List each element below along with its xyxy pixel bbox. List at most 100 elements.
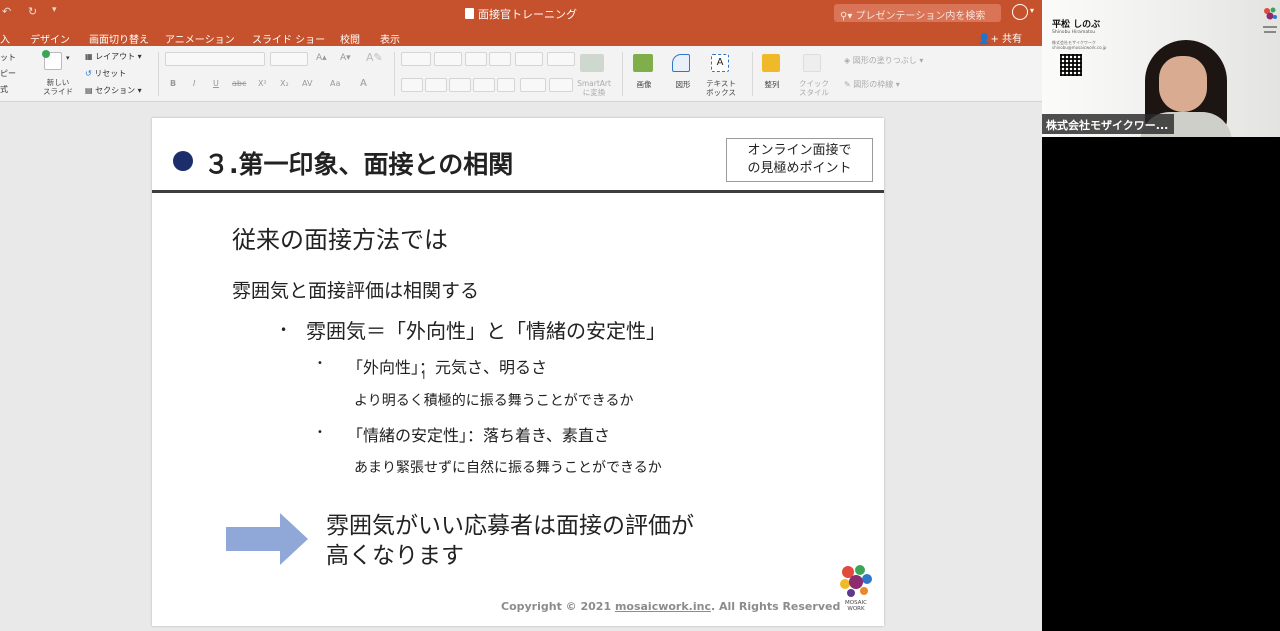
title-bullet-icon xyxy=(173,151,193,171)
smartart-button[interactable]: SmartArt に変換 xyxy=(572,79,616,97)
bold-button[interactable]: B xyxy=(170,79,176,88)
mosaic-work-logo xyxy=(840,565,872,597)
columns-button[interactable] xyxy=(547,52,575,66)
decrease-font-icon[interactable]: A▾ xyxy=(340,53,351,63)
sub-bullet-2-detail: あまり緊張せずに自然に振る舞うことができるか xyxy=(354,460,662,476)
tab-animations[interactable]: アニメーション xyxy=(165,31,235,46)
pen-icon: ✎ xyxy=(844,80,854,89)
slide-line-1: 雰囲気と面接評価は相関する xyxy=(232,280,480,302)
arrange-button[interactable]: 整列 xyxy=(756,80,788,89)
cut-label[interactable]: ット xyxy=(0,52,16,63)
reset-label: リセット xyxy=(94,69,127,78)
align-center-button[interactable] xyxy=(425,78,447,92)
section-icon: ▤ xyxy=(85,86,96,95)
format-painter-label[interactable]: 式 xyxy=(0,84,8,95)
screen: ↶ ↻ ▾ 面接官トレーニング ⚲▾ プレゼンテーション内を検索 ▾ 入 デザイ… xyxy=(0,0,1280,631)
bullet-icon: • xyxy=(280,323,288,337)
layout-icon: ▦ xyxy=(85,52,96,61)
tab-view[interactable]: 表示 xyxy=(380,31,400,46)
shape-outline-button[interactable]: ✎ 図形の枠線 ▾ xyxy=(844,79,900,90)
tab-design[interactable]: デザイン xyxy=(30,31,70,46)
mosaic-work-logo-text: MOSAIC WORK xyxy=(845,600,867,612)
feedback-smiley-icon[interactable] xyxy=(1012,4,1028,20)
shapes-icon[interactable] xyxy=(672,54,690,72)
shape-fill-button[interactable]: ◈ 図形の塗りつぶし ▾ xyxy=(844,55,923,66)
participant-name-label: 株式会社モザイクワー... xyxy=(1042,114,1175,134)
copyright-link[interactable]: mosaicwork.inc xyxy=(615,600,711,613)
chevron-down-icon[interactable]: ▾ xyxy=(1030,6,1034,15)
quick-style-icon[interactable] xyxy=(803,54,821,72)
section-label: セクション xyxy=(95,86,136,95)
text-direction-button[interactable] xyxy=(520,78,546,92)
copy-label[interactable]: ピー xyxy=(0,68,16,79)
conclusion-line-2: 高くなります xyxy=(326,543,464,569)
copyright-suffix: . All Rights Reserved xyxy=(710,600,841,613)
layout-button[interactable]: ▦ レイアウト ▾ xyxy=(85,51,142,62)
mosaic-work-logo xyxy=(1263,7,1277,33)
justify-button[interactable] xyxy=(473,78,495,92)
picture-icon[interactable] xyxy=(633,54,653,72)
paint-bucket-icon: ◈ xyxy=(844,56,853,65)
distribute-button[interactable] xyxy=(497,78,515,92)
search-icon: ⚲▾ xyxy=(840,11,853,22)
italic-button[interactable]: I xyxy=(193,79,195,88)
bullets-button[interactable] xyxy=(401,52,431,66)
align-text-button[interactable] xyxy=(549,78,573,92)
strikethrough-button[interactable]: abc xyxy=(232,79,246,88)
font-size-select[interactable] xyxy=(270,52,308,66)
powerpoint-window: ↶ ↻ ▾ 面接官トレーニング ⚲▾ プレゼンテーション内を検索 ▾ 入 デザイ… xyxy=(0,0,1042,631)
underline-button[interactable]: U xyxy=(213,79,219,88)
text-cursor-icon: I xyxy=(422,368,426,382)
change-case-button[interactable]: Aa xyxy=(330,79,340,88)
ribbon: ット ピー 式 ▾ 新しい スライド ▦ レイアウト ▾ ↺ リセット ▤ セク… xyxy=(0,46,1042,102)
business-card-name: 平松 しのぶ xyxy=(1052,20,1101,30)
shape-outline-label: 図形の枠線 xyxy=(853,80,894,89)
participant-face xyxy=(1159,56,1207,112)
section-button[interactable]: ▤ セクション ▾ xyxy=(85,85,142,96)
share-label: 共有 xyxy=(1002,34,1023,45)
arrange-icon[interactable] xyxy=(762,54,780,72)
conclusion-line-1: 雰囲気がいい応募者は面接の評価が xyxy=(326,513,694,539)
superscript-button[interactable]: X² xyxy=(258,79,267,88)
tab-insert[interactable]: 入 xyxy=(0,31,10,46)
slide-heading: 従来の面接方法では xyxy=(232,226,448,254)
textbox-icon[interactable]: A xyxy=(711,54,729,72)
slide[interactable]: ３.第一印象、面接との相関 オンライン面接で の見極めポイント 従来の面接方法で… xyxy=(152,118,884,626)
participant-video[interactable]: 平松 しのぶ Shinobu Hiramatsu 株式会社モザイクワーク shi… xyxy=(1042,0,1280,137)
share-button[interactable]: 👤+ 共有 xyxy=(978,30,1022,45)
align-left-button[interactable] xyxy=(401,78,423,92)
title-bar: ↶ ↻ ▾ 面接官トレーニング ⚲▾ プレゼンテーション内を検索 ▾ xyxy=(0,0,1042,27)
new-slide-icon[interactable] xyxy=(42,50,62,70)
picture-button[interactable]: 画像 xyxy=(628,80,660,89)
font-family-select[interactable] xyxy=(165,52,265,66)
font-style-group xyxy=(163,76,388,92)
numbering-button[interactable] xyxy=(434,52,462,66)
shape-fill-label: 図形の塗りつぶし xyxy=(852,56,917,65)
conclusion-text: 雰囲気がいい応募者は面接の評価が 高くなります xyxy=(326,511,694,571)
bullet-icon: • xyxy=(317,358,323,369)
subscript-button[interactable]: X₂ xyxy=(280,79,289,88)
clear-format-icon[interactable]: A✎ xyxy=(366,51,383,64)
quick-style-button[interactable]: クイック スタイル xyxy=(794,79,834,97)
slide-badge: オンライン面接で の見極めポイント xyxy=(726,138,873,182)
tab-slideshow[interactable]: スライド ショー xyxy=(252,31,325,46)
textbox-button[interactable]: テキスト ボックス xyxy=(700,79,742,97)
chevron-down-icon[interactable]: ▾ xyxy=(66,54,70,62)
reset-button[interactable]: ↺ リセット xyxy=(85,68,126,79)
font-color-button[interactable]: A xyxy=(360,78,367,89)
increase-font-icon[interactable]: A▴ xyxy=(316,53,327,63)
tab-review[interactable]: 校閲 xyxy=(340,31,360,46)
char-spacing-button[interactable]: AV xyxy=(302,79,312,88)
smartart-icon[interactable] xyxy=(580,54,604,72)
tab-transitions[interactable]: 画面切り替え xyxy=(89,31,149,46)
line-spacing-button[interactable] xyxy=(515,52,543,66)
ribbon-divider xyxy=(622,52,623,96)
search-input[interactable]: ⚲▾ プレゼンテーション内を検索 xyxy=(834,4,1001,22)
shapes-button[interactable]: 図形 xyxy=(667,80,699,89)
bullet-1: 雰囲気＝「外向性」と「情緒の安定性」 xyxy=(306,319,666,343)
decrease-indent-button[interactable] xyxy=(465,52,487,66)
increase-indent-button[interactable] xyxy=(489,52,511,66)
new-slide-button[interactable]: 新しい スライド xyxy=(36,78,80,96)
ribbon-divider xyxy=(158,52,159,96)
align-right-button[interactable] xyxy=(449,78,471,92)
